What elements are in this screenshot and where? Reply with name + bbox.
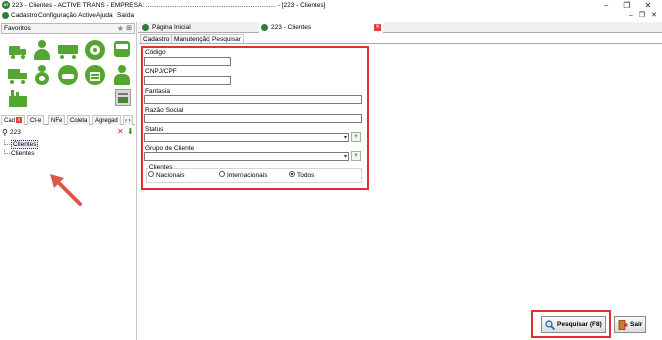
- exit-door-icon: [618, 320, 628, 330]
- tab-coleta[interactable]: Coleta: [67, 115, 91, 125]
- road-car-icon[interactable]: [58, 65, 78, 85]
- driver-icon[interactable]: [32, 65, 52, 85]
- codigo-label: Código: [145, 49, 166, 56]
- razao-social-label: Razão Social: [145, 107, 184, 114]
- sair-button-label: Sair: [630, 321, 643, 328]
- radio-nacionais[interactable]: Nacionais: [148, 171, 185, 180]
- star-icon[interactable]: ★: [117, 24, 124, 33]
- menu-cadastro[interactable]: Cadastro: [11, 12, 37, 19]
- codigo-field[interactable]: [144, 57, 231, 66]
- fantasia-field[interactable]: [144, 95, 362, 104]
- tree-item-label: Clientes: [11, 150, 35, 157]
- tree-item-label: Clientes: [11, 140, 39, 149]
- grupo-cliente-add-icon[interactable]: +: [351, 151, 361, 161]
- menu-bar: Cadastro Configuração Active Ajuda Saída…: [0, 11, 662, 21]
- grupo-cliente-label: Grupo de Cliente: [145, 145, 195, 152]
- factory-icon[interactable]: [8, 88, 28, 108]
- tab-nfe[interactable]: NFe: [48, 115, 66, 125]
- truck-convoy-icon[interactable]: [58, 40, 78, 60]
- left-panel: Favoritos ★ ⊞ Cad x Ct-e NFe Coleta Agre…: [0, 22, 137, 340]
- tab-scroll-arrows[interactable]: ‹ ›: [123, 115, 133, 125]
- mdi-restore-button[interactable]: ❐: [638, 12, 646, 20]
- garage-icon[interactable]: [85, 65, 105, 85]
- status-add-icon[interactable]: +: [351, 132, 361, 142]
- status-label: Status: [145, 126, 164, 133]
- steering-wheel-icon[interactable]: [85, 40, 105, 60]
- pesquisar-button-label: Pesquisar (F8): [557, 321, 602, 328]
- radio-internacionais[interactable]: Internacionais: [219, 171, 268, 180]
- menu-app-icon: [2, 12, 9, 19]
- pin-icon[interactable]: ⊞: [126, 24, 132, 32]
- minimize-button[interactable]: –: [598, 0, 614, 11]
- radio-label: Internacionais: [227, 172, 268, 179]
- cnpj-cpf-field[interactable]: [144, 76, 231, 85]
- tab-pesquisar[interactable]: Pesquisar: [209, 34, 244, 43]
- tab-cad[interactable]: Cad x: [1, 115, 26, 125]
- person-icon[interactable]: [32, 40, 52, 60]
- tab-cadastro[interactable]: Cadastro: [140, 34, 173, 43]
- tab-manutencao[interactable]: Manutenção: [171, 34, 213, 43]
- tab-223-clientes[interactable]: 223 - Clientes ✕: [259, 22, 383, 33]
- document-tabs: Página Inicial 223 - Clientes ✕: [138, 22, 662, 33]
- tree-item-clientes[interactable]: Clientes: [2, 149, 134, 158]
- radio-circle-selected-icon: [289, 171, 295, 178]
- menu-configuracao-active[interactable]: Configuração Active: [38, 12, 96, 19]
- app-icon: AT: [2, 1, 10, 9]
- clear-search-icon[interactable]: ✕: [117, 127, 124, 136]
- tab-cte[interactable]: Ct-e: [27, 115, 45, 125]
- left-tabs: Cad x Ct-e NFe Coleta Agregad ‹ ›: [1, 115, 135, 125]
- razao-social-field[interactable]: [144, 114, 362, 123]
- mdi-close-button[interactable]: ✕: [650, 12, 658, 20]
- fantasia-label: Fantasia: [145, 88, 170, 95]
- close-tab-icon[interactable]: x: [16, 117, 23, 124]
- favorites-label: Favoritos: [4, 25, 31, 32]
- radio-circle-icon: [148, 171, 154, 178]
- menu-tree: Clientes Clientes: [2, 140, 134, 158]
- close-button[interactable]: ✕: [640, 0, 656, 11]
- sair-button[interactable]: Sair: [614, 316, 646, 333]
- status-select[interactable]: ▾: [144, 133, 349, 142]
- bus-icon[interactable]: [112, 40, 132, 60]
- tab-app-icon: [261, 24, 268, 31]
- tab-label: Página Inicial: [152, 24, 191, 31]
- magnifier-icon: [545, 320, 555, 330]
- annotation-arrow: [50, 174, 82, 206]
- tab-app-icon: [142, 24, 149, 31]
- chevron-down-icon: ▾: [343, 135, 347, 141]
- delivery-truck-icon[interactable]: [8, 65, 28, 85]
- pesquisar-button[interactable]: Pesquisar (F8): [541, 316, 606, 333]
- search-bar: ⚲ ✕ ⬇: [2, 127, 134, 138]
- tab-cad-label: Cad: [4, 118, 16, 124]
- restore-button[interactable]: ❐: [619, 0, 635, 11]
- favorites-header: Favoritos ★ ⊞: [1, 23, 135, 34]
- grupo-cliente-select[interactable]: ▾: [144, 152, 349, 161]
- clientes-group-label: Clientes: [148, 164, 174, 171]
- radio-circle-icon: [219, 171, 225, 178]
- cnpj-cpf-label: CNPJ/CPF: [145, 68, 177, 75]
- truck-plus-icon[interactable]: [8, 40, 28, 60]
- radio-todos[interactable]: Todos: [289, 171, 315, 180]
- menu-saida[interactable]: Saída: [117, 12, 134, 19]
- document-box-icon[interactable]: [114, 88, 134, 108]
- tab-label: 223 - Clientes: [271, 24, 312, 31]
- tree-item-clientes-selected[interactable]: Clientes: [2, 140, 134, 149]
- filter-arrow-icon[interactable]: ⬇: [127, 127, 134, 136]
- chevron-down-icon: ▾: [343, 154, 347, 160]
- mdi-minimize-button[interactable]: –: [627, 12, 635, 20]
- worker-icon[interactable]: [112, 65, 132, 85]
- search-icon: ⚲: [2, 128, 8, 137]
- menu-ajuda[interactable]: Ajuda: [96, 12, 113, 19]
- tab-pagina-inicial[interactable]: Página Inicial: [140, 22, 256, 33]
- radio-label: Todos: [297, 172, 315, 179]
- window-title: 223 - Clientes - ACTIVE TRANS - EMPRESA:…: [12, 2, 326, 9]
- radio-label: Nacionais: [156, 172, 185, 179]
- close-tab-icon[interactable]: ✕: [374, 24, 381, 31]
- search-input[interactable]: [9, 128, 115, 137]
- title-bar: AT 223 - Clientes - ACTIVE TRANS - EMPRE…: [0, 0, 662, 11]
- tab-agregad[interactable]: Agregad: [92, 115, 121, 125]
